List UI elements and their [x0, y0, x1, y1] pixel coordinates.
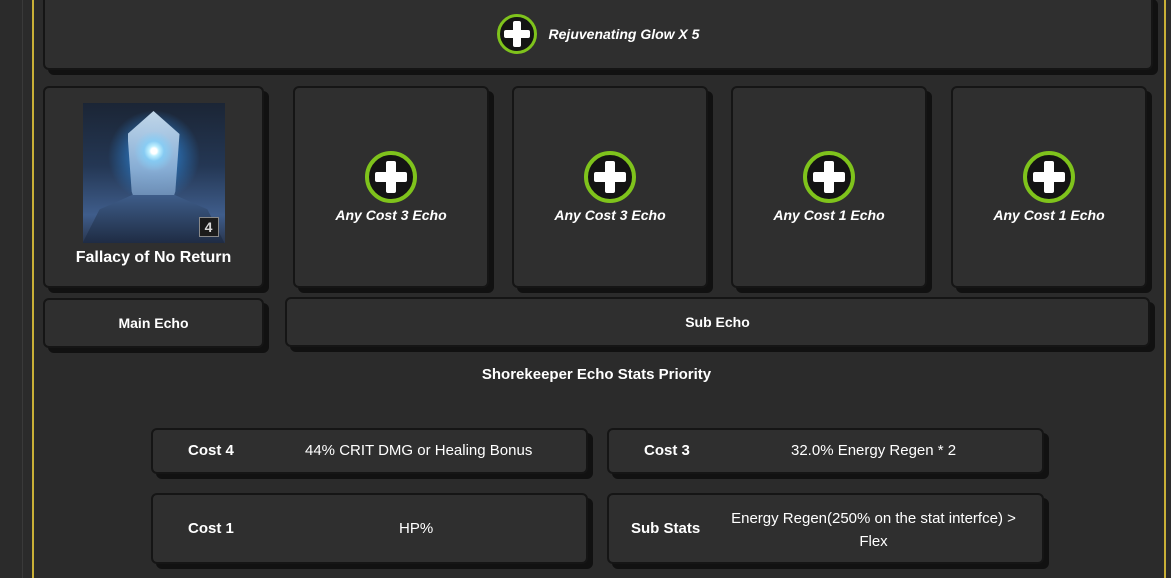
echo-portrait: 4 — [82, 103, 225, 243]
stat-value: 32.0% Energy Regen * 2 — [791, 442, 957, 459]
tab-sub-echo[interactable]: Sub Echo — [285, 297, 1150, 347]
left-frame — [22, 0, 31, 578]
set-bonus-banner: Rejuvenating Glow X 5 — [43, 0, 1153, 70]
echo-slot-label: Any Cost 1 Echo — [773, 207, 885, 223]
echo-slot-4[interactable]: Any Cost 1 Echo — [951, 86, 1147, 288]
stat-label: Sub Stats — [631, 520, 701, 537]
echo-slot-label: Any Cost 3 Echo — [335, 207, 447, 223]
main-echo-slot[interactable]: 4 Fallacy of No Return — [43, 86, 264, 288]
gold-border-left — [32, 0, 34, 578]
stat-row-substats: Sub Stats Energy Regen(250% on the stat … — [607, 493, 1044, 564]
echo-slot-3[interactable]: Any Cost 1 Echo — [731, 86, 927, 288]
stat-row-cost1: Cost 1 HP% — [151, 493, 588, 564]
stat-row-cost3: Cost 3 32.0% Energy Regen * 2 — [607, 428, 1044, 474]
stat-row-cost4: Cost 4 44% CRIT DMG or Healing Bonus — [151, 428, 588, 474]
echo-slot-2[interactable]: Any Cost 3 Echo — [512, 86, 708, 288]
stat-value: HP% — [399, 520, 434, 537]
stat-value: 44% CRIT DMG or Healing Bonus — [305, 442, 533, 459]
plus-circle-icon — [1023, 151, 1075, 203]
tab-main-echo[interactable]: Main Echo — [43, 298, 264, 348]
stat-label: Cost 4 — [188, 442, 234, 459]
stat-label: Cost 3 — [644, 442, 690, 459]
main-echo-name: Fallacy of No Return — [75, 249, 232, 266]
plus-circle-icon — [496, 14, 537, 54]
set-bonus-label: Rejuvenating Glow X 5 — [548, 26, 700, 42]
cost-badge: 4 — [198, 217, 219, 237]
stat-value: Energy Regen(250% on the stat interfce) … — [731, 510, 1016, 550]
echo-slot-label: Any Cost 3 Echo — [554, 207, 666, 223]
gold-border-right — [1164, 0, 1166, 578]
echo-slot-1[interactable]: Any Cost 3 Echo — [293, 86, 489, 288]
plus-circle-icon — [365, 151, 417, 203]
priority-title: Shorekeeper Echo Stats Priority — [481, 366, 712, 383]
stat-label: Cost 1 — [188, 520, 234, 537]
plus-circle-icon — [584, 151, 636, 203]
echo-slot-label: Any Cost 1 Echo — [993, 207, 1105, 223]
plus-circle-icon — [803, 151, 855, 203]
